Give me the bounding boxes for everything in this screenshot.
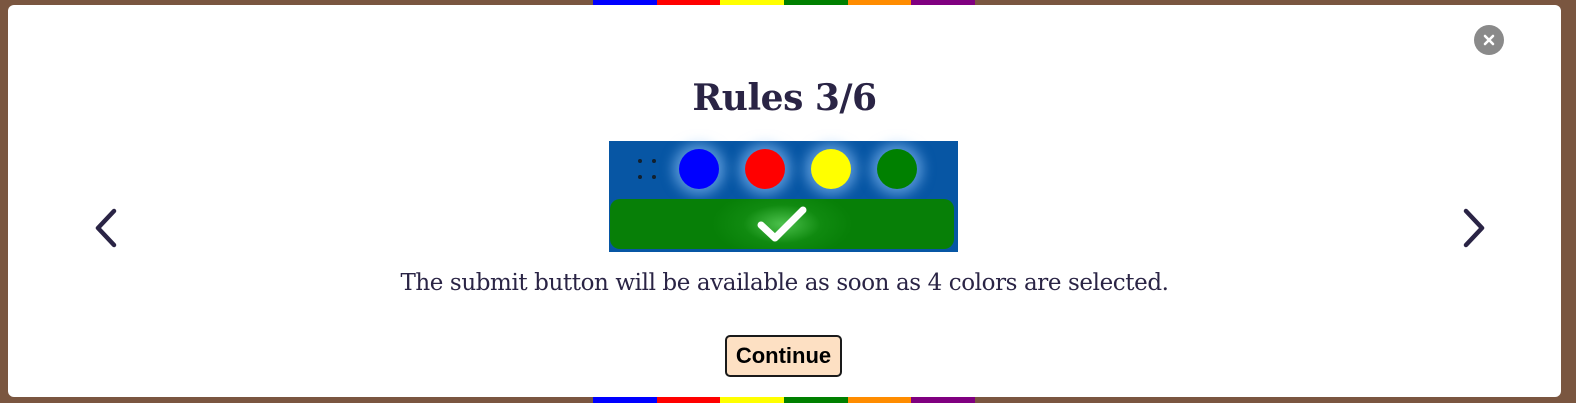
peg-green [877, 149, 917, 189]
chevron-left-icon [95, 208, 117, 248]
chevron-right-icon [1463, 208, 1485, 248]
peg-red [745, 149, 785, 189]
peg-yellow [811, 149, 851, 189]
peg-row [609, 141, 958, 199]
close-button[interactable] [1474, 25, 1504, 55]
close-icon [1483, 34, 1495, 46]
continue-button[interactable]: Continue [725, 335, 842, 377]
rule-description: The submit button will be available as s… [400, 270, 1169, 296]
rules-modal: Rules 3/6 The submit button will be avai… [8, 5, 1561, 397]
modal-title: Rules 3/6 [692, 77, 877, 119]
peg-blue [679, 149, 719, 189]
checkmark-icon [757, 206, 807, 242]
next-rule-button[interactable] [1454, 205, 1494, 251]
rule-preview-image [609, 141, 958, 252]
drag-handle-icon [636, 157, 660, 181]
submit-button-preview [610, 199, 954, 249]
previous-rule-button[interactable] [86, 205, 126, 251]
